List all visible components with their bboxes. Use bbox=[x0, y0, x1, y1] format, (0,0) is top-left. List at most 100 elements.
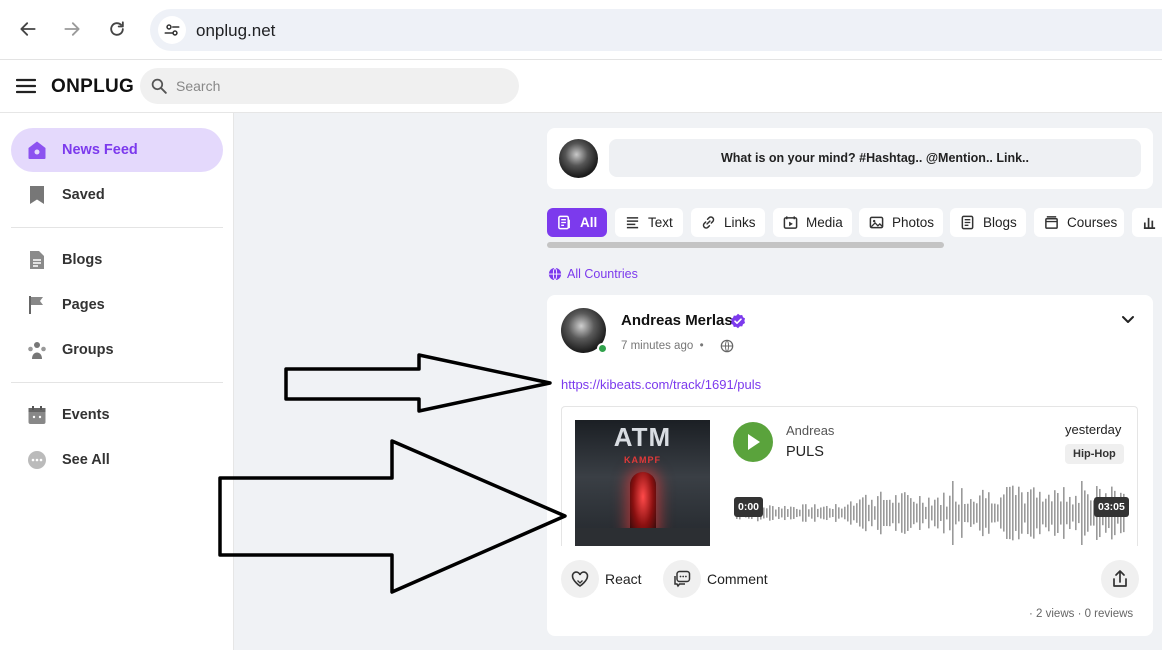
post-link[interactable]: https://kibeats.com/track/1691/puls bbox=[561, 377, 761, 392]
search-icon bbox=[151, 78, 167, 94]
waveform-bar bbox=[886, 499, 888, 527]
annotation-arrow-upper bbox=[284, 353, 552, 413]
filter-text[interactable]: Text bbox=[615, 208, 683, 237]
composer-input[interactable]: What is on your mind? #Hashtag.. @Mentio… bbox=[609, 139, 1141, 177]
track-cover-art[interactable]: ATM KAMPF bbox=[575, 420, 710, 546]
waveform-bar bbox=[895, 495, 897, 531]
total-time-badge: 03:05 bbox=[1094, 497, 1129, 517]
play-button[interactable] bbox=[733, 422, 773, 462]
track-title[interactable]: PULS bbox=[786, 444, 824, 460]
post-timestamp[interactable]: 7 minutes ago • bbox=[621, 340, 704, 352]
waveform-bar bbox=[880, 491, 882, 535]
sidebar-item-label: Pages bbox=[62, 297, 105, 313]
waveform-bar bbox=[1048, 494, 1050, 532]
waveform-bar bbox=[874, 506, 876, 520]
waveform-bar bbox=[1045, 498, 1047, 528]
comment-icon-wrap bbox=[663, 560, 701, 598]
waveform-bar bbox=[805, 504, 807, 522]
sidebar-item-pages[interactable]: Pages bbox=[11, 283, 223, 327]
waveform-bar bbox=[988, 492, 990, 534]
share-button[interactable] bbox=[1101, 560, 1139, 598]
waveform-bar bbox=[889, 499, 891, 527]
filter-blogs[interactable]: Blogs bbox=[950, 208, 1026, 237]
sidebar-item-blogs[interactable]: Blogs bbox=[11, 238, 223, 282]
waveform-bar bbox=[763, 507, 765, 519]
sidebar-item-saved[interactable]: Saved bbox=[11, 173, 223, 217]
waveform-bar bbox=[778, 507, 780, 519]
filter-media[interactable]: Media bbox=[773, 208, 852, 237]
filter-links[interactable]: Links bbox=[691, 208, 765, 237]
genre-badge[interactable]: Hip-Hop bbox=[1065, 444, 1124, 464]
waveform-bar bbox=[787, 509, 789, 517]
waveform-bar bbox=[1069, 496, 1071, 530]
filter-photos[interactable]: Photos bbox=[859, 208, 943, 237]
arrow-right-icon bbox=[64, 22, 80, 36]
post-author[interactable]: Andreas Merlas bbox=[621, 312, 733, 329]
waveform-bar bbox=[868, 504, 870, 522]
filter-courses[interactable]: Courses bbox=[1034, 208, 1124, 237]
waveform-bar bbox=[775, 509, 777, 517]
site-settings-button[interactable] bbox=[158, 16, 186, 44]
waveform-bar bbox=[1030, 489, 1032, 537]
waveform-bar bbox=[1021, 492, 1023, 534]
chevron-down-icon[interactable] bbox=[1120, 311, 1136, 327]
waveform-bar bbox=[928, 497, 930, 529]
comment-button[interactable]: Comment bbox=[663, 559, 768, 599]
waveform-bar bbox=[820, 507, 822, 519]
waveform-bar bbox=[808, 509, 810, 517]
forward-button[interactable] bbox=[56, 13, 88, 45]
track-artist[interactable]: Andreas bbox=[786, 423, 834, 438]
filter-scrollbar[interactable] bbox=[547, 242, 944, 248]
play-icon bbox=[748, 434, 760, 450]
blog-icon bbox=[961, 215, 974, 230]
site-logo[interactable]: ONPLUG bbox=[51, 76, 134, 98]
sidebar-item-see-all[interactable]: See All bbox=[11, 438, 223, 482]
avatar[interactable] bbox=[559, 139, 598, 178]
react-button[interactable]: React bbox=[561, 559, 642, 599]
search-box[interactable] bbox=[140, 68, 519, 104]
waveform-bar bbox=[901, 493, 903, 533]
search-input[interactable] bbox=[176, 68, 506, 104]
back-button[interactable] bbox=[12, 13, 44, 45]
address-bar[interactable]: onplug.net bbox=[150, 9, 1162, 51]
filter-more[interactable] bbox=[1132, 208, 1162, 237]
waveform-bar bbox=[955, 501, 957, 525]
reload-button[interactable] bbox=[101, 13, 133, 45]
audio-waveform[interactable] bbox=[734, 477, 1126, 546]
photo-icon bbox=[869, 216, 884, 229]
waveform-bar bbox=[982, 489, 984, 537]
text-icon bbox=[626, 217, 639, 229]
waveform-bar bbox=[994, 503, 996, 523]
cover-ground bbox=[575, 528, 710, 546]
react-label: React bbox=[605, 571, 642, 587]
sidebar-item-label: News Feed bbox=[62, 142, 138, 158]
filter-all[interactable]: All bbox=[547, 208, 607, 237]
waveform-bar bbox=[853, 505, 855, 521]
left-sidebar: News Feed Saved Blogs Pages Groups Event… bbox=[0, 113, 234, 650]
url-text[interactable]: onplug.net bbox=[196, 21, 275, 41]
more-icon bbox=[28, 451, 46, 469]
waveform-bar bbox=[856, 503, 858, 523]
cover-figure bbox=[630, 472, 656, 534]
reload-icon bbox=[110, 21, 124, 36]
cover-subtitle: KAMPF bbox=[624, 455, 661, 465]
waveform-bar bbox=[997, 504, 999, 522]
waveform-bar bbox=[1066, 501, 1068, 525]
sidebar-item-news-feed[interactable]: News Feed bbox=[11, 128, 223, 172]
sidebar-item-label: Blogs bbox=[62, 252, 103, 268]
sidebar-item-events[interactable]: Events bbox=[11, 393, 223, 437]
waveform-bar bbox=[781, 508, 783, 518]
waveform-bar bbox=[1060, 501, 1062, 525]
waveform-bar bbox=[916, 503, 918, 523]
waveform-bar bbox=[1057, 493, 1059, 533]
menu-icon[interactable] bbox=[16, 76, 36, 96]
waveform-bar bbox=[1012, 485, 1014, 541]
waveform-bar bbox=[1072, 504, 1074, 522]
waveform-bar bbox=[985, 498, 987, 528]
waveform-bar bbox=[823, 506, 825, 520]
sidebar-item-label: Events bbox=[62, 407, 110, 423]
waveform-bar bbox=[784, 505, 786, 521]
document-icon bbox=[30, 251, 44, 269]
sidebar-item-groups[interactable]: Groups bbox=[11, 328, 223, 372]
country-filter[interactable]: All Countries bbox=[548, 266, 638, 282]
